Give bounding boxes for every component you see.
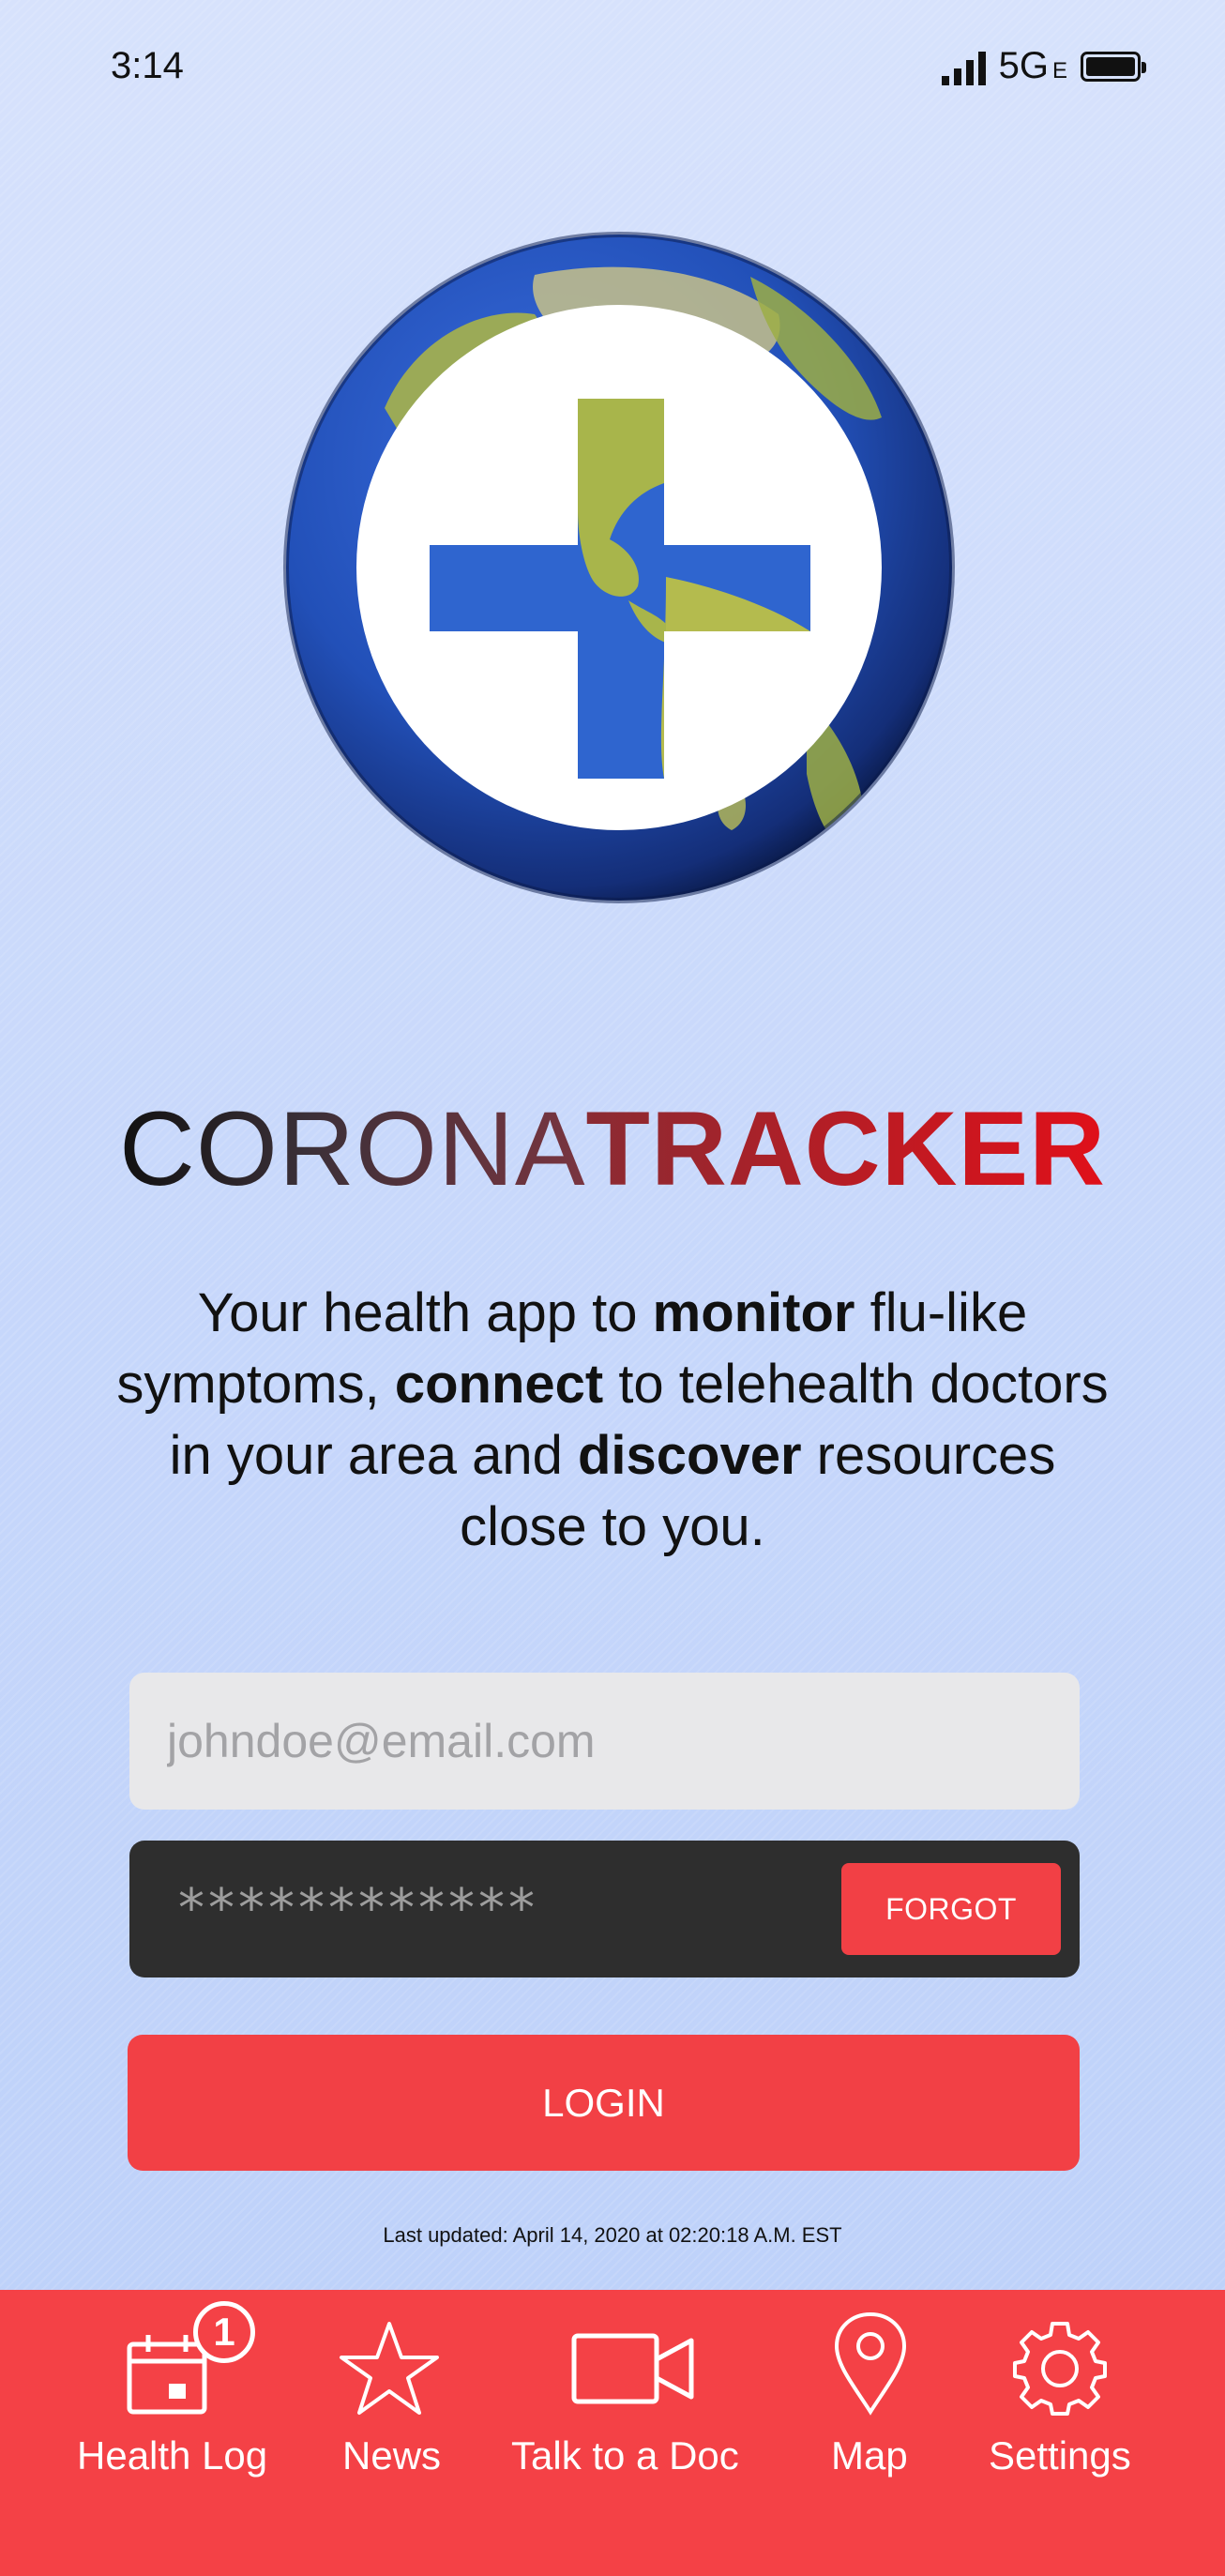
tagline-emphasis-monitor: monitor [652, 1282, 855, 1343]
status-time: 3:14 [111, 45, 184, 86]
tab-label-map: Map [831, 2433, 908, 2478]
globe-cross-icon [283, 232, 955, 903]
tagline-emphasis-connect: connect [394, 1354, 604, 1415]
network-subtype: E [1051, 58, 1067, 83]
health-log-badge: 1 [193, 2301, 255, 2363]
tab-label-news: News [342, 2433, 442, 2478]
brand-title-bold: TRACKER [585, 1090, 1107, 1207]
tab-label-settings: Settings [989, 2433, 1131, 2478]
tagline: Your health app to monitor flu-like symp… [113, 1278, 1112, 1563]
brand-title-light: CORONA [118, 1090, 586, 1207]
login-button[interactable]: LOGIN [128, 2035, 1080, 2171]
password-value: ************ [178, 1878, 538, 1939]
gear-icon [1013, 2322, 1107, 2416]
tab-label-health-log: Health Log [77, 2433, 268, 2478]
battery-icon [1081, 51, 1146, 82]
tab-settings[interactable]: Settings [989, 2290, 1131, 2496]
tab-news[interactable]: News [338, 2290, 443, 2496]
network-indicator: 5G E [999, 45, 1067, 87]
tagline-text: Your health app to [197, 1282, 653, 1343]
forgot-password-button[interactable]: FORGOT [841, 1863, 1061, 1955]
map-pin-icon [834, 2311, 907, 2416]
status-indicators: 5G E [941, 45, 1146, 87]
last-updated-text: Last updated: April 14, 2020 at 02:20:18… [383, 2223, 842, 2247]
star-icon [340, 2322, 439, 2415]
tab-map[interactable]: Map [827, 2290, 914, 2496]
network-type: 5G [998, 45, 1049, 86]
status-bar: 3:14 5G E [0, 0, 1225, 141]
tab-bar: 1 Health Log News Talk to a Doc Map Sett… [0, 2290, 1225, 2576]
tagline-emphasis-discover: discover [577, 1425, 802, 1486]
app-logo [225, 174, 1013, 962]
brand-title: CORONATRACKER [0, 1088, 1225, 1210]
video-camera-icon [571, 2333, 694, 2404]
password-field[interactable]: ************ FORGOT [129, 1841, 1080, 1977]
tab-label-talk-to-a-doc: Talk to a Doc [511, 2433, 739, 2478]
tab-health-log[interactable]: 1 Health Log [75, 2290, 267, 2496]
email-field[interactable] [129, 1673, 1080, 1810]
signal-icon [941, 48, 986, 85]
tab-talk-to-a-doc[interactable]: Talk to a Doc [511, 2290, 741, 2496]
